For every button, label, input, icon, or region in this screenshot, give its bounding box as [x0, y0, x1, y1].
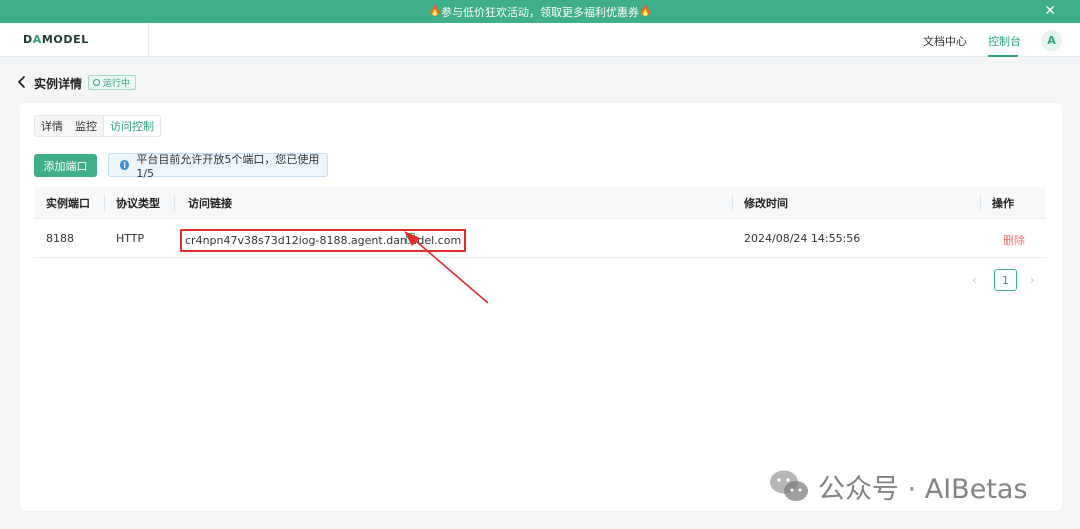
logo[interactable]: DAMODEL [23, 33, 89, 46]
cell-port: 8188 [46, 232, 74, 245]
close-icon[interactable]: ✕ [1044, 3, 1056, 19]
port-limit-notice: i 平台目前允许开放5个端口，您已使用 1/5 [108, 152, 328, 180]
tab-monitoring[interactable]: 监控 [69, 116, 103, 136]
loading-icon [93, 79, 100, 86]
promo-text: 参与低价狂欢活动，领取更多福利优惠券 [441, 5, 639, 19]
tab-access-control[interactable]: 访问控制 [103, 116, 160, 136]
header-link: 访问链接 [188, 196, 232, 210]
page-title: 实例详情 [34, 77, 83, 91]
column-divider [980, 195, 981, 211]
watermark: 公众号 · AIBetas [768, 468, 1028, 505]
wechat-icon [770, 470, 808, 501]
column-divider [104, 195, 105, 211]
access-link[interactable]: cr4npn47v38s73d12iog-8188.agent.damodel.… [180, 229, 467, 252]
fire-icon: 🔥 [428, 6, 441, 17]
port-table: 实例端口 协议类型 访问链接 修改时间 操作 8188 HTTP cr4npn4… [34, 187, 1046, 258]
fire-icon: 🔥 [639, 6, 652, 17]
nav-active-indicator [988, 55, 1018, 57]
status-badge: 运行中 [88, 75, 137, 90]
header-modified: 修改时间 [744, 196, 788, 210]
pagination-next[interactable]: › [1030, 273, 1035, 287]
notice-text: 平台目前允许开放5个端口，您已使用 1/5 [136, 152, 320, 180]
nav-console-link[interactable]: 控制台 [988, 33, 1021, 49]
header-protocol: 协议类型 [116, 196, 160, 210]
pagination-prev[interactable]: ‹ [972, 273, 977, 287]
status-text: 运行中 [103, 79, 131, 89]
add-port-button[interactable]: 添加端口 [34, 154, 97, 177]
content-card: 详情 监控 访问控制 添加端口 i 平台目前允许开放5个端口，您已使用 1/5 … [20, 103, 1062, 511]
table-row: 8188 HTTP cr4npn47v38s73d12iog-8188.agen… [34, 219, 1046, 258]
cell-modified-time: 2024/08/24 14:55:56 [744, 232, 861, 245]
watermark-text: 公众号 · AIBetas [818, 473, 1028, 505]
avatar[interactable]: A [1041, 30, 1062, 51]
column-divider [732, 195, 733, 211]
header-action: 操作 [992, 196, 1014, 210]
table-header: 实例端口 协议类型 访问链接 修改时间 操作 [34, 187, 1046, 219]
delete-link[interactable]: 删除 [1003, 232, 1025, 248]
tab-bar: 详情 监控 访问控制 [34, 115, 161, 137]
column-divider [174, 195, 175, 211]
cell-protocol: HTTP [116, 232, 145, 245]
tab-details[interactable]: 详情 [35, 116, 69, 136]
top-navigation: DAMODEL 文档中心 控制台 A [0, 23, 1080, 57]
copy-icon[interactable] [406, 233, 415, 244]
back-arrow-icon[interactable] [15, 74, 29, 90]
pagination-page[interactable]: 1 [994, 269, 1017, 291]
nav-divider [148, 23, 149, 57]
header-port: 实例端口 [46, 196, 90, 210]
info-icon: i [120, 160, 130, 170]
nav-docs-link[interactable]: 文档中心 [923, 33, 967, 49]
promo-banner[interactable]: 🔥 参与低价狂欢活动，领取更多福利优惠券 🔥 ✕ [0, 0, 1080, 23]
